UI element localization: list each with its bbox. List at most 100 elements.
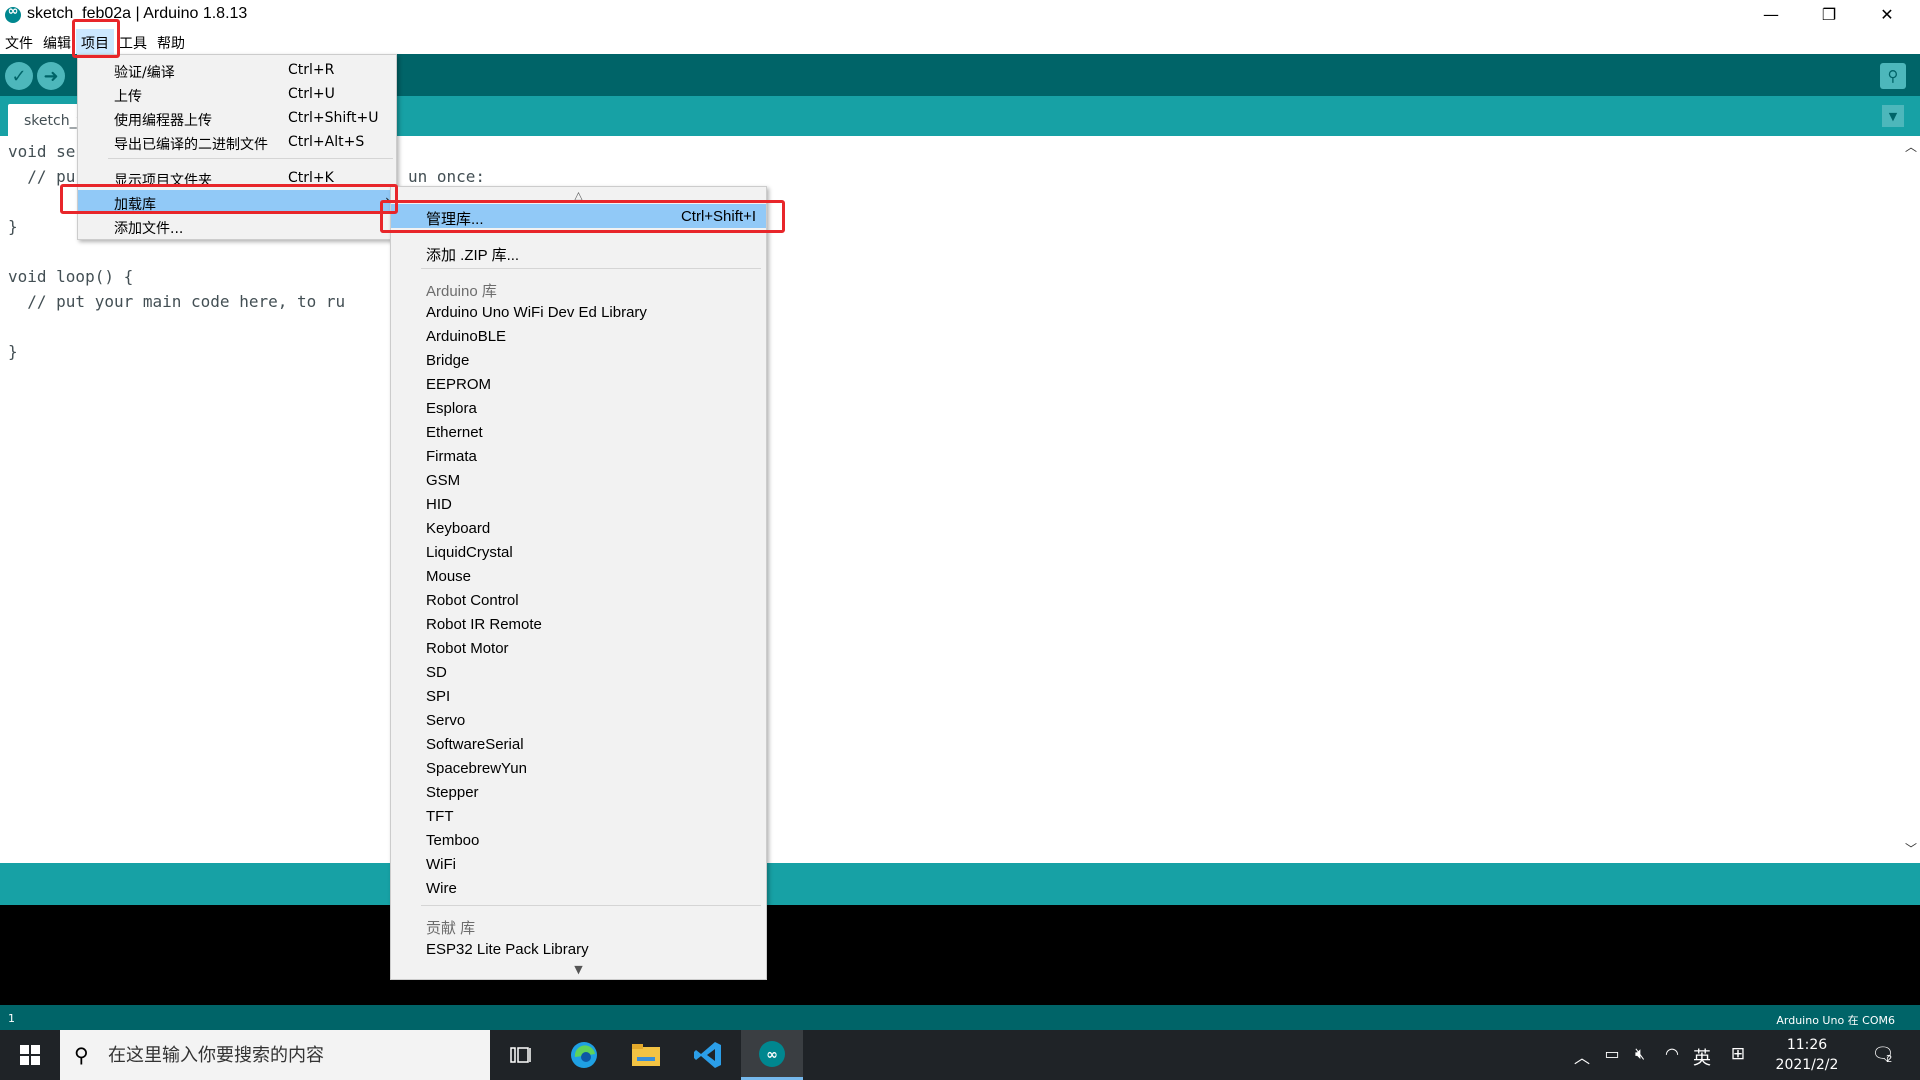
- library-item-label: Servo: [426, 712, 466, 729]
- title-bar: sketch_feb02a | Arduino 1.8.13 — ❐ ✕: [0, 0, 1920, 29]
- library-item-label: Mouse: [426, 568, 472, 585]
- battery-icon[interactable]: ▭: [1600, 1044, 1624, 1068]
- chevron-up-icon[interactable]: ︿: [1572, 1044, 1592, 1068]
- menu-edit[interactable]: 编辑: [38, 29, 76, 54]
- console-output[interactable]: [0, 905, 1920, 1005]
- library-item[interactable]: Servo: [391, 708, 766, 732]
- library-item[interactable]: Temboo: [391, 828, 766, 852]
- folder-icon: [632, 1044, 660, 1066]
- library-item[interactable]: Arduino Uno WiFi Dev Ed Library: [391, 300, 766, 324]
- ime-mode-icon[interactable]: ⊞: [1726, 1044, 1750, 1068]
- menu-divider: [421, 905, 761, 906]
- check-icon: ✓: [11, 65, 27, 87]
- menu-item-verify[interactable]: 验证/编译 Ctrl+R: [78, 58, 396, 82]
- library-item[interactable]: Esplora: [391, 396, 766, 420]
- include-library-submenu: △ 管理库... Ctrl+Shift+I 添加 .ZIP 库... Ardui…: [390, 186, 767, 980]
- menu-item-upload[interactable]: 上传 Ctrl+U: [78, 82, 396, 106]
- menu-file[interactable]: 文件: [0, 29, 38, 54]
- menu-bar: 文件 编辑 项目 工具 帮助: [0, 29, 1920, 54]
- windows-taskbar: ⚲ ∞ ︿ ▭ 🔇︎ ◠ 英 ⊞ 11:26 2021/2/2 🗨︎ 2: [0, 1030, 1920, 1080]
- library-item-label: EEPROM: [426, 376, 492, 393]
- library-item[interactable]: SoftwareSerial: [391, 732, 766, 756]
- close-button[interactable]: ✕: [1858, 0, 1916, 29]
- library-item[interactable]: GSM: [391, 468, 766, 492]
- task-view-button[interactable]: [490, 1030, 552, 1080]
- taskbar-edge[interactable]: [553, 1030, 615, 1080]
- menu-item-add-zip-library[interactable]: 添加 .ZIP 库...: [391, 240, 766, 264]
- taskbar-arduino[interactable]: ∞: [741, 1030, 803, 1080]
- code-line: // put your main code here, to ru: [8, 292, 346, 311]
- library-item[interactable]: WiFi: [391, 852, 766, 876]
- library-item[interactable]: Keyboard: [391, 516, 766, 540]
- menu-item-add-file[interactable]: 添加文件...: [78, 214, 396, 238]
- notification-count: 2: [1886, 1054, 1893, 1065]
- ime-language-indicator[interactable]: 英: [1690, 1044, 1714, 1069]
- library-item[interactable]: SPI: [391, 684, 766, 708]
- tab-sketch[interactable]: sketch_f: [8, 104, 88, 136]
- library-item[interactable]: Stepper: [391, 780, 766, 804]
- library-item[interactable]: SpacebrewYun: [391, 756, 766, 780]
- minimize-button[interactable]: —: [1742, 0, 1800, 29]
- wifi-icon[interactable]: ◠: [1660, 1044, 1684, 1068]
- library-item-label: WiFi: [426, 856, 456, 873]
- arduino-libraries-header: Arduino 库: [426, 283, 497, 300]
- taskbar-vscode[interactable]: [677, 1030, 739, 1080]
- library-item[interactable]: LiquidCrystal: [391, 540, 766, 564]
- library-item-label: Ethernet: [426, 424, 483, 441]
- menu-divider: [421, 268, 761, 269]
- library-item-label: Robot IR Remote: [426, 616, 542, 633]
- library-item[interactable]: Bridge: [391, 348, 766, 372]
- library-item-label: Robot Motor: [426, 640, 509, 657]
- library-item[interactable]: Firmata: [391, 444, 766, 468]
- library-item-label: SpacebrewYun: [426, 760, 527, 777]
- chevron-down-icon[interactable]: ﹀: [1902, 840, 1920, 858]
- library-item[interactable]: Mouse: [391, 564, 766, 588]
- library-item[interactable]: EEPROM: [391, 372, 766, 396]
- board-port-label: Arduino Uno 在 COM6: [1776, 1014, 1895, 1027]
- code-editor[interactable]: void se // pu un once: } void loop() { /…: [0, 136, 1902, 863]
- verify-button[interactable]: ✓: [5, 62, 33, 90]
- chevron-up-icon[interactable]: ︿: [1902, 138, 1920, 156]
- library-item[interactable]: Robot Control: [391, 588, 766, 612]
- taskbar-search[interactable]: ⚲: [60, 1030, 490, 1080]
- library-item[interactable]: HID: [391, 492, 766, 516]
- scroll-down-icon[interactable]: ▼: [391, 963, 766, 976]
- volume-muted-icon[interactable]: 🔇︎: [1628, 1044, 1652, 1068]
- library-item[interactable]: Robot Motor: [391, 636, 766, 660]
- start-button[interactable]: [0, 1030, 60, 1080]
- library-item-esp32-lite[interactable]: ESP32 Lite Pack Library: [391, 937, 766, 961]
- library-item-label: LiquidCrystal: [426, 544, 513, 561]
- serial-monitor-button[interactable]: ⚲: [1880, 63, 1906, 89]
- editor-scrollbar[interactable]: ︿ ﹀: [1902, 136, 1920, 863]
- search-input[interactable]: [108, 1040, 478, 1070]
- upload-button[interactable]: ➜: [37, 62, 65, 90]
- library-item-label: Keyboard: [426, 520, 491, 537]
- library-item-label: Stepper: [426, 784, 479, 801]
- clock-time: 11:26: [1786, 1037, 1828, 1053]
- search-icon: ⚲: [74, 1043, 89, 1067]
- library-item-label: SPI: [426, 688, 451, 705]
- library-item-label: Temboo: [426, 832, 480, 849]
- library-item[interactable]: ArduinoBLE: [391, 324, 766, 348]
- notification-center-button[interactable]: 🗨︎ 2: [1866, 1044, 1900, 1068]
- status-bar: 1 Arduino Uno 在 COM6: [0, 1005, 1920, 1030]
- menu-help[interactable]: 帮助: [152, 29, 190, 54]
- library-item[interactable]: Robot IR Remote: [391, 612, 766, 636]
- vscode-icon: [694, 1042, 721, 1068]
- menu-item-upload-programmer[interactable]: 使用编程器上传 Ctrl+Shift+U: [78, 106, 396, 130]
- library-item-label: Wire: [426, 880, 457, 897]
- tab-menu-button[interactable]: ▼: [1882, 105, 1904, 127]
- library-item[interactable]: Wire: [391, 876, 766, 900]
- library-item-label: Firmata: [426, 448, 477, 465]
- library-item[interactable]: TFT: [391, 804, 766, 828]
- menu-item-export-binary[interactable]: 导出已编译的二进制文件 Ctrl+Alt+S: [78, 130, 396, 154]
- taskbar-clock[interactable]: 11:26 2021/2/2: [1762, 1035, 1852, 1075]
- arduino-logo-icon: [5, 4, 21, 23]
- taskbar-file-explorer[interactable]: [615, 1030, 677, 1080]
- library-item[interactable]: SD: [391, 660, 766, 684]
- annotation-box-manage-libraries: [380, 200, 785, 233]
- restore-button[interactable]: ❐: [1800, 0, 1858, 29]
- library-item-label: Bridge: [426, 352, 470, 369]
- library-item[interactable]: Ethernet: [391, 420, 766, 444]
- arrow-right-icon: ➜: [43, 65, 59, 87]
